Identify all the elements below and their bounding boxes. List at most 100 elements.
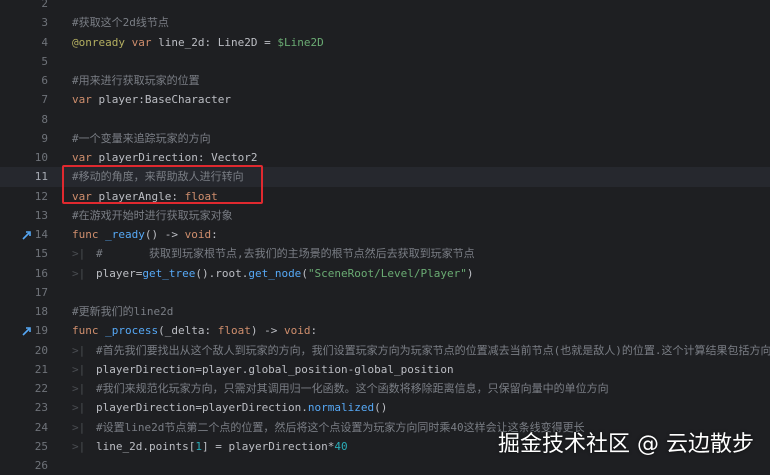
code-line[interactable]: 26 xyxy=(0,456,770,475)
indent-guide: >| xyxy=(72,247,86,261)
code-token: var xyxy=(124,35,159,49)
code-token: var xyxy=(72,93,99,107)
code-line[interactable]: 7 var player:BaseCharacter xyxy=(0,90,770,109)
code-line[interactable]: 16 >| player=get_tree().root.get_node("Sce… xyxy=(0,264,770,283)
code-text: line_2d.points[1] = playerDirection*40 xyxy=(96,437,348,456)
code-token: playerDirection=player.global_position-g… xyxy=(96,362,454,376)
watermark: 掘金技术社区 @ 云边散步 xyxy=(498,432,754,457)
code-token: : xyxy=(310,324,318,338)
line-number: 7 xyxy=(41,93,48,107)
code-token: () xyxy=(374,401,388,415)
line-number: 15 xyxy=(34,247,48,261)
code-line[interactable]: 23 >| playerDirection=playerDirection.norm… xyxy=(0,398,770,417)
code-token: _ready xyxy=(105,228,145,241)
code-line[interactable]: 5 xyxy=(0,52,770,71)
code-token: #更新我们的line2d xyxy=(72,305,174,318)
code-text: playerDirection=player.global_position-g… xyxy=(96,360,454,379)
code-line[interactable]: 3 #获取这个2d线节点 xyxy=(0,13,770,32)
code-line[interactable]: 9 #一个变量来追踪玩家的方向 xyxy=(0,129,770,148)
code-text: #用来进行获取玩家的位置 xyxy=(72,71,200,90)
code-token: #我们来规范化玩家方向，只需对其调用归一化函数。这个函数将移除距离信息，只保留向… xyxy=(96,382,609,395)
code-token: get_tree xyxy=(142,266,196,280)
code-token: player= xyxy=(96,266,143,280)
code-line[interactable]: 17 xyxy=(0,283,770,302)
code-line[interactable]: 4 @onready var line_2d: Line2D = $Line2D xyxy=(0,33,770,52)
code-token: "SceneRoot/Level/Player" xyxy=(307,266,467,280)
line-number: 9 xyxy=(41,131,48,145)
code-token: playerDirection: Vector2 xyxy=(98,151,258,164)
code-token: #获取这个2d线节点 xyxy=(72,16,169,30)
line-number: 14 xyxy=(34,228,48,241)
code-line[interactable]: 19 func _process(_delta: float) -> void: xyxy=(0,321,770,340)
code-text: player=get_tree().root.get_node("SceneRo… xyxy=(96,264,474,283)
code-token: 1 xyxy=(195,439,202,453)
line-number: 6 xyxy=(41,74,48,87)
code-line[interactable]: 6 #用来进行获取玩家的位置 xyxy=(0,71,770,90)
code-line[interactable]: 21 >| playerDirection=player.global_positi… xyxy=(0,360,770,379)
line-number: 20 xyxy=(34,343,48,357)
code-token: var xyxy=(72,151,99,164)
code-token: func xyxy=(72,324,106,338)
code-token: () -> xyxy=(144,228,185,241)
code-editor[interactable]: 2 3 #获取这个2d线节点 4 @onready var line_2d: Line2… xyxy=(0,0,770,472)
code-text: #我们来规范化玩家方向，只需对其调用归一化函数。这个函数将移除距离信息，只保留向… xyxy=(96,379,609,398)
line-number: 10 xyxy=(34,151,48,164)
code-token: (_delta: xyxy=(158,324,218,338)
code-text: func _process(_delta: float) -> void: xyxy=(72,321,317,340)
code-token: #用来进行获取玩家的位置 xyxy=(72,74,200,87)
code-token: _process xyxy=(105,324,159,338)
code-token: ().root. xyxy=(195,266,249,280)
indent-guide: >| xyxy=(72,439,86,453)
indent-guide: >| xyxy=(72,343,86,357)
line-number: 13 xyxy=(34,208,48,222)
code-token: player:BaseCharacter xyxy=(98,93,231,107)
code-token: @onready xyxy=(72,35,125,49)
line-number: 18 xyxy=(34,305,48,318)
code-text: #获取这个2d线节点 xyxy=(72,13,169,32)
code-line[interactable]: 22 >| #我们来规范化玩家方向，只需对其调用归一化函数。这个函数将移除距离信息，… xyxy=(0,379,770,398)
line-number: 17 xyxy=(34,285,48,299)
code-token: normalized xyxy=(307,401,375,415)
line-number: 24 xyxy=(34,420,48,434)
code-token: ) xyxy=(466,266,474,280)
code-token: playerDirection=playerDirection. xyxy=(96,401,308,415)
code-token: void xyxy=(283,324,311,338)
code-text: #首先我们要找出从这个敌人到玩家的方向，我们设置玩家方向为玩家节点的位置减去当前… xyxy=(96,341,770,360)
code-text: #一个变量来追踪玩家的方向 xyxy=(72,129,211,148)
code-line[interactable]: 15 >| # 获取到玩家根节点,去我们的主场景的根节点然后去获取到玩家节点 xyxy=(0,244,770,263)
code-token: ) -> xyxy=(250,324,284,338)
code-token: #一个变量来追踪玩家的方向 xyxy=(72,131,211,145)
code-token: float xyxy=(217,324,251,338)
code-token: #在游戏开始时进行获取玩家对象 xyxy=(72,208,233,222)
line-number: 4 xyxy=(41,35,48,49)
code-token: get_node xyxy=(248,266,302,280)
code-line[interactable]: 2 xyxy=(0,0,770,13)
code-text: #更新我们的line2d xyxy=(72,302,173,321)
code-line[interactable]: 13 #在游戏开始时进行获取玩家对象 xyxy=(0,206,770,225)
code-token: #首先我们要找出从这个敌人到玩家的方向，我们设置玩家方向为玩家节点的位置减去当前… xyxy=(96,343,770,357)
code-token: # xyxy=(96,247,149,261)
code-text: playerDirection=playerDirection.normaliz… xyxy=(96,398,387,417)
line-number: 16 xyxy=(34,266,48,280)
line-number: 8 xyxy=(41,112,48,126)
code-text: # 获取到玩家根节点,去我们的主场景的根节点然后去获取到玩家节点 xyxy=(96,244,475,263)
code-text: func _ready() -> void: xyxy=(72,225,218,244)
code-line[interactable]: 14 func _ready() -> void: xyxy=(0,225,770,244)
indent-guide: >| xyxy=(72,420,86,434)
code-token: void xyxy=(184,228,212,241)
code-line[interactable]: 20 >| #首先我们要找出从这个敌人到玩家的方向，我们设置玩家方向为玩家节点的位置… xyxy=(0,341,770,360)
indent-guide: >| xyxy=(72,362,86,376)
line-number: 21 xyxy=(34,362,48,376)
code-token: func xyxy=(72,228,106,241)
code-text: @onready var line_2d: Line2D = $Line2D xyxy=(72,33,324,52)
line-number: 12 xyxy=(34,189,48,203)
line-number: 25 xyxy=(34,439,48,453)
code-token: 获取到玩家根节点,去我们的主场景的根节点然后去获取到玩家节点 xyxy=(148,247,475,261)
code-token: line_2d: Line2D = xyxy=(158,35,278,49)
code-line[interactable]: 18 #更新我们的line2d xyxy=(0,302,770,321)
code-line[interactable]: 8 xyxy=(0,110,770,129)
highlight-box xyxy=(62,165,263,204)
indent-guide: >| xyxy=(72,401,86,415)
code-text: #在游戏开始时进行获取玩家对象 xyxy=(72,206,233,225)
code-text: var player:BaseCharacter xyxy=(72,90,231,109)
